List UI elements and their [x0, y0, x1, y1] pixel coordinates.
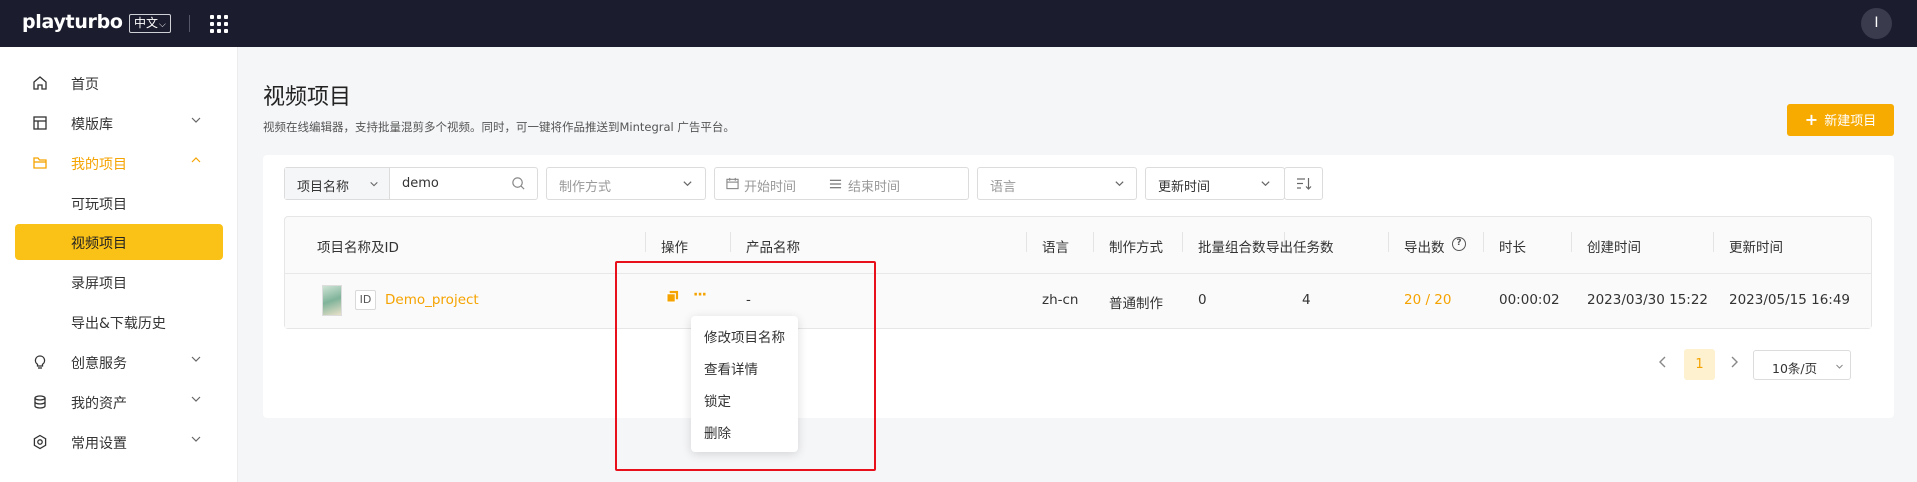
- end-date-input[interactable]: 结束时间: [848, 176, 900, 195]
- lightbulb-icon: [34, 355, 46, 369]
- plus-icon: +: [1804, 110, 1819, 129]
- divider: [645, 232, 646, 252]
- sidebar-item-home[interactable]: 首页: [0, 65, 238, 101]
- column-header: 语言: [1042, 240, 1069, 256]
- apps-grid-icon[interactable]: [210, 15, 228, 33]
- search-input[interactable]: demo: [402, 176, 439, 191]
- chevron-down-icon: [1261, 181, 1270, 187]
- chevron-right-icon[interactable]: [1729, 356, 1739, 368]
- page-number-current[interactable]: 1: [1684, 349, 1715, 380]
- sidebar-item-label: 视频项目: [71, 236, 127, 252]
- divider: [1571, 232, 1572, 252]
- chevron-down-icon: [370, 181, 378, 187]
- page-description: 视频在线编辑器，支持批量混剪多个视频。同时，可一键将作品推送到Mintegral…: [263, 120, 735, 134]
- sort-order-button[interactable]: [1284, 167, 1323, 200]
- page-size-select[interactable]: 10条/页: [1753, 350, 1851, 380]
- column-header: 项目名称及ID: [317, 240, 399, 256]
- sidebar-item-label: 导出&下载历史: [71, 316, 166, 332]
- column-header: 时长: [1499, 240, 1526, 256]
- sidebar-item-label: 我的项目: [71, 157, 127, 173]
- column-header: 操作: [661, 240, 688, 256]
- database-icon: [34, 395, 46, 409]
- sidebar-item-label: 模版库: [71, 117, 113, 133]
- batch-combination-cell: 0: [1198, 292, 1207, 308]
- playturbo-logo[interactable]: playturbo: [22, 11, 123, 33]
- divider: [730, 232, 731, 252]
- template-icon: [33, 116, 47, 130]
- divider: [1388, 232, 1389, 252]
- sidebar-item-common-settings[interactable]: 常用设置: [0, 424, 238, 460]
- new-project-button[interactable]: + 新建项目: [1787, 104, 1894, 136]
- sidebar-item-export-history[interactable]: 导出&下载历史: [0, 304, 238, 340]
- project-name-link[interactable]: Demo_project: [385, 292, 479, 308]
- divider: [1093, 232, 1094, 252]
- divider: [1026, 232, 1027, 252]
- column-header: 创建时间: [1587, 240, 1641, 256]
- divider: [1483, 232, 1484, 252]
- folder-icon: [33, 157, 47, 169]
- sidebar-item-screen-recording-projects[interactable]: 录屏项目: [0, 264, 238, 300]
- id-tag[interactable]: ID: [355, 290, 376, 310]
- chevron-down-icon: [191, 356, 201, 362]
- sidebar-item-label: 创意服务: [71, 356, 127, 372]
- sidebar-item-my-projects[interactable]: 我的项目: [0, 145, 238, 181]
- language-cell: zh-cn: [1042, 292, 1079, 308]
- sidebar-item-label: 常用设置: [71, 436, 127, 452]
- column-header: 更新时间: [1729, 240, 1783, 256]
- search-icon[interactable]: [511, 176, 526, 191]
- production-method-select[interactable]: 制作方式: [546, 167, 706, 200]
- start-date-input[interactable]: 开始时间: [744, 176, 796, 195]
- sort-field-select[interactable]: 更新时间: [1145, 167, 1285, 200]
- chevron-down-icon: [683, 181, 692, 187]
- chevron-down-icon: [191, 436, 201, 442]
- top-bar: playturbo 中文⌵ I: [0, 0, 1917, 47]
- production-method-cell: 普通制作: [1109, 296, 1163, 312]
- search-field-selector[interactable]: 项目名称: [285, 168, 390, 199]
- avatar[interactable]: I: [1861, 8, 1892, 39]
- sidebar-item-my-assets[interactable]: 我的资产: [0, 384, 238, 420]
- sidebar-item-label: 可玩项目: [71, 197, 127, 213]
- export-tasks-cell: 4: [1302, 292, 1311, 308]
- column-header: 导出数: [1404, 240, 1445, 256]
- sidebar-item-video-projects[interactable]: 视频项目: [15, 224, 223, 260]
- sidebar-item-playable-projects[interactable]: 可玩项目: [0, 185, 238, 221]
- duration-cell: 00:00:02: [1499, 292, 1560, 308]
- settings-icon: [33, 434, 47, 450]
- column-header: 制作方式: [1109, 240, 1163, 256]
- exports-count-link[interactable]: 20 / 20: [1404, 292, 1452, 308]
- sidebar-item-label: 首页: [71, 77, 99, 93]
- chevron-left-icon[interactable]: [1658, 356, 1668, 368]
- range-separator-icon: [829, 179, 842, 189]
- updated-time-cell: 2023/05/15 16:49: [1729, 292, 1851, 308]
- chevron-down-icon: [1836, 364, 1843, 369]
- divider: [1713, 232, 1714, 252]
- sidebar-item-templates[interactable]: 模版库: [0, 105, 238, 141]
- divider: [189, 15, 190, 32]
- column-header: 批量组合数: [1198, 240, 1266, 256]
- page-title: 视频项目: [263, 85, 352, 110]
- divider: [1182, 232, 1183, 252]
- chevron-down-icon: [191, 117, 201, 123]
- column-header: 导出任务数: [1266, 240, 1334, 256]
- project-thumbnail[interactable]: [322, 285, 342, 316]
- chevron-down-icon: [191, 396, 201, 402]
- highlight-box: [615, 261, 876, 471]
- column-header: 产品名称: [746, 240, 800, 256]
- project-name-search[interactable]: 项目名称 demo: [284, 167, 538, 200]
- sort-icon: [1297, 178, 1312, 190]
- date-range-picker[interactable]: 开始时间 结束时间: [714, 167, 969, 200]
- sidebar-item-label: 我的资产: [71, 396, 127, 412]
- language-select[interactable]: 语言: [977, 167, 1137, 200]
- sidebar-item-label: 录屏项目: [71, 276, 127, 292]
- calendar-icon: [726, 177, 739, 190]
- chevron-up-icon: [191, 157, 201, 163]
- help-icon[interactable]: ?: [1452, 237, 1466, 251]
- chevron-down-icon: [1115, 181, 1124, 187]
- chevron-down-icon: ⌵: [159, 20, 166, 30]
- home-icon: [33, 76, 47, 90]
- language-switch[interactable]: 中文⌵: [129, 14, 171, 33]
- sidebar-item-creative-services[interactable]: 创意服务: [0, 344, 238, 380]
- created-time-cell: 2023/03/30 15:22: [1587, 292, 1709, 308]
